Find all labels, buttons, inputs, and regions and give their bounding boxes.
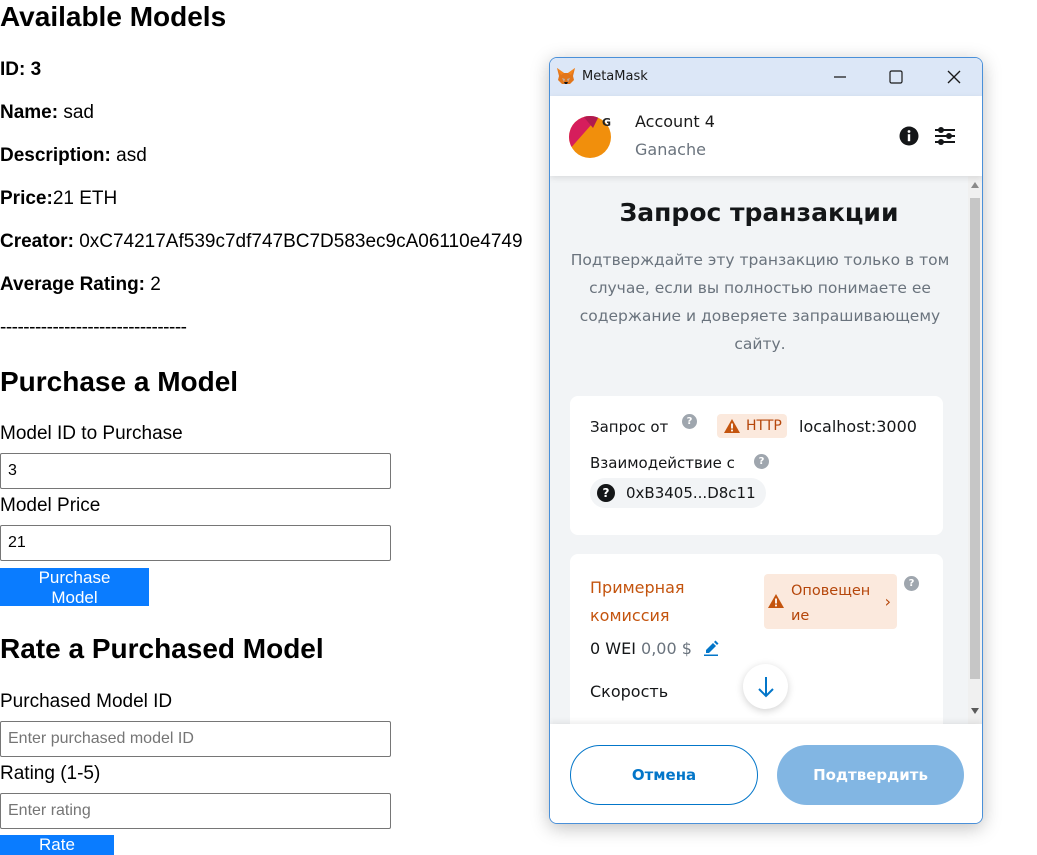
purchased-model-id-label: Purchased Model ID	[0, 691, 173, 712]
fee-alert-badge[interactable]: Оповещение ›	[764, 574, 897, 629]
model-name-value: sad	[63, 102, 94, 123]
scrollbar-thumb[interactable]	[970, 198, 980, 679]
model-description-label: Description:	[0, 145, 111, 166]
interaction-label: Взаимодействие с	[590, 454, 735, 472]
account-name[interactable]: Account 4	[635, 112, 715, 131]
purchase-model-id-input[interactable]	[0, 453, 391, 489]
content-scrollbar[interactable]	[968, 176, 982, 724]
window-titlebar[interactable]: MetaMask	[550, 58, 982, 96]
info-icon[interactable]	[899, 126, 919, 146]
unknown-contract-icon: ?	[597, 484, 615, 502]
model-id-value: 3	[30, 59, 42, 80]
transaction-request-title: Запрос транзакции	[619, 198, 899, 227]
scroll-up-arrow-icon[interactable]	[971, 182, 979, 188]
model-name-row: Name: sad	[0, 101, 94, 125]
rating-input[interactable]	[0, 793, 391, 829]
edit-pencil-icon[interactable]	[703, 640, 719, 656]
metamask-window: MetaMask G Account 4 Ganache Запрос тран…	[549, 57, 983, 824]
maximize-icon	[889, 70, 903, 84]
request-from-help-icon[interactable]: ?	[682, 414, 697, 429]
model-id-row: ID: 3	[0, 58, 41, 82]
model-description-value: asd	[116, 145, 147, 166]
minimize-button[interactable]	[812, 58, 868, 96]
model-price-label: Model Price	[0, 495, 101, 516]
model-price-row: Price:21 ETH	[0, 187, 117, 211]
purchase-model-id-label: Model ID to Purchase	[0, 423, 183, 444]
scroll-down-button[interactable]	[743, 664, 788, 709]
chevron-right-icon: ›	[884, 592, 891, 611]
estimated-fee-label: Примерная комиссия	[590, 578, 685, 625]
arrow-down-icon	[758, 677, 774, 698]
contract-address: 0xB3405...D8c11	[626, 484, 756, 502]
close-button[interactable]	[926, 58, 982, 96]
action-footer: Отмена Подтвердить	[550, 724, 982, 823]
network-letter-badge: G	[602, 116, 612, 129]
network-name[interactable]: Ganache	[635, 140, 706, 159]
maximize-button[interactable]	[868, 58, 924, 96]
request-from-label: Запрос от	[590, 418, 669, 436]
fee-usd: 0,00 $	[641, 639, 692, 658]
request-origin: localhost:3000	[799, 417, 917, 436]
model-creator-row: Creator: 0xC74217Af539c7df747BC7D583ec9c…	[0, 230, 523, 254]
metamask-fox-icon	[557, 68, 575, 84]
fee-wei: 0 WEI	[590, 639, 636, 658]
transaction-request-description: Подтверждайте эту транзакцию только в то…	[570, 251, 950, 353]
settings-sliders-icon[interactable]	[933, 125, 957, 147]
transaction-content[interactable]: Запрос транзакции Подтверждайте эту тран…	[550, 176, 968, 724]
contract-address-pill[interactable]: ? 0xB3405...D8c11	[590, 478, 766, 508]
http-badge-label: HTTP	[746, 418, 782, 434]
model-rating-row: Average Rating: 2	[0, 273, 161, 297]
account-header: G Account 4 Ganache	[550, 96, 982, 176]
model-price-value: 21 ETH	[52, 188, 118, 209]
purchase-model-button[interactable]: Purchase Model	[0, 568, 149, 607]
fee-alert-label: Оповещение	[791, 583, 871, 624]
interaction-help-icon[interactable]: ?	[754, 454, 769, 469]
fee-help-icon[interactable]: ?	[904, 576, 919, 591]
model-id-label: ID:	[0, 59, 26, 80]
model-creator-label: Creator:	[0, 231, 74, 252]
model-rating-value: 2	[150, 274, 161, 295]
confirm-button[interactable]: Подтвердить	[777, 745, 964, 805]
purchase-heading: Purchase a Model	[0, 366, 239, 397]
model-description-row: Description: asd	[0, 144, 147, 168]
scroll-down-arrow-icon[interactable]	[971, 708, 979, 714]
http-warning-badge: HTTP	[717, 414, 787, 438]
web-page: Available Models ID: 3 Name: sad Descrip…	[0, 0, 560, 855]
rating-label: Rating (1-5)	[0, 763, 101, 784]
warning-icon	[768, 594, 784, 608]
rate-heading: Rate a Purchased Model	[0, 633, 324, 664]
model-price-label: Price:	[0, 188, 53, 209]
minimize-icon	[834, 76, 846, 78]
model-creator-value: 0xC74217Af539c7df747BC7D583ec9cA06110e47…	[79, 231, 523, 252]
speed-label: Скорость	[590, 682, 669, 701]
separator: --------------------------------	[0, 317, 187, 338]
close-icon	[947, 70, 961, 84]
request-details-card: Запрос от ? HTTP localhost:3000 Взаимоде…	[570, 396, 943, 535]
fee-amount: 0 WEI 0,00 $	[590, 639, 692, 658]
model-rating-label: Average Rating:	[0, 274, 145, 295]
model-price-input[interactable]	[0, 525, 391, 561]
rate-model-button[interactable]: Rate Model	[0, 835, 114, 855]
cancel-button[interactable]: Отмена	[570, 745, 758, 805]
window-title: MetaMask	[582, 69, 648, 84]
purchased-model-id-input[interactable]	[0, 721, 391, 757]
warning-icon	[724, 419, 740, 433]
available-models-heading: Available Models	[0, 1, 227, 32]
model-name-label: Name:	[0, 102, 59, 123]
